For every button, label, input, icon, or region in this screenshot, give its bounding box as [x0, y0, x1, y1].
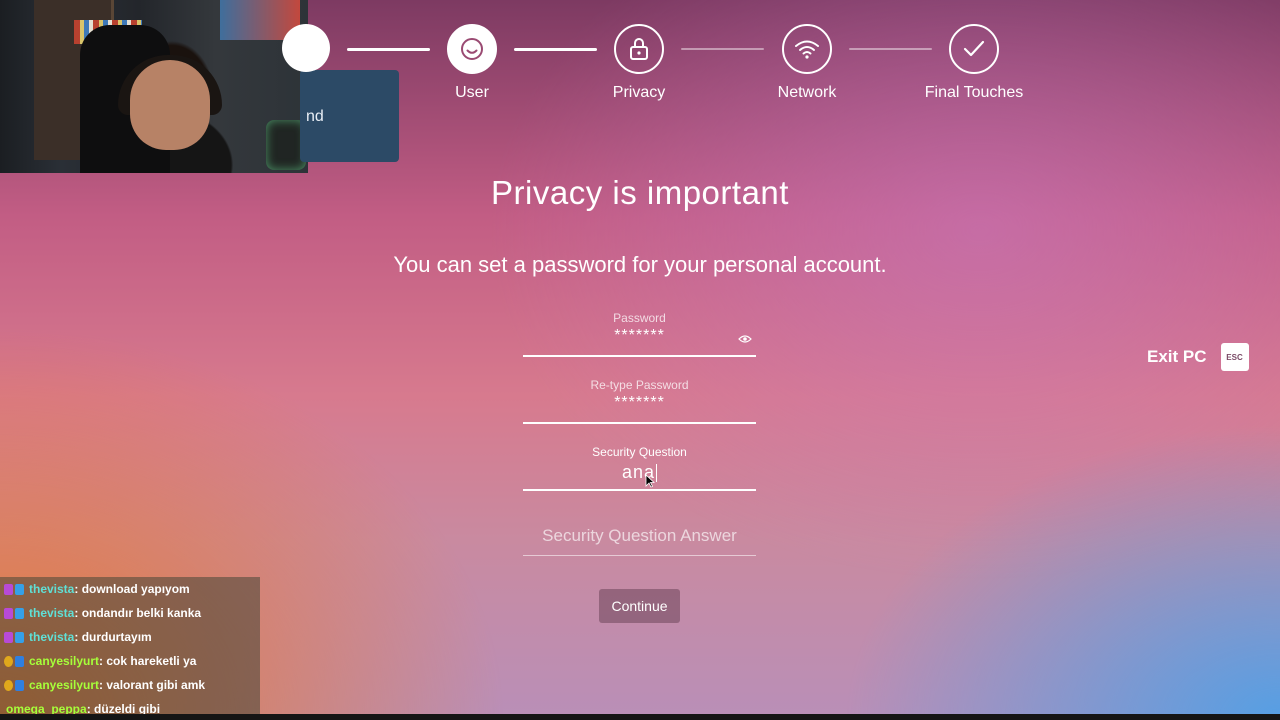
chat-text: : durdurtayım: [74, 630, 152, 644]
grid-badge-icon: [15, 655, 24, 667]
security-answer-input[interactable]: [523, 526, 756, 546]
smile-icon: [447, 24, 497, 74]
chat-text: : valorant gibi amk: [99, 678, 206, 692]
chat-message: thevista : durdurtayım: [0, 625, 260, 649]
gem-badge-icon: [15, 631, 24, 643]
gem-badge-icon: [15, 607, 24, 619]
eye-icon[interactable]: [738, 331, 752, 343]
password-value: *******: [614, 327, 665, 344]
retype-password-value: *******: [614, 394, 665, 411]
chat-username: canyesilyurt: [29, 678, 100, 692]
step-user-label: User: [455, 84, 489, 101]
step-network-label: Network: [777, 84, 837, 101]
step-user[interactable]: User: [402, 24, 542, 102]
chat-text: : cok hareketli ya: [99, 654, 197, 668]
chat-text: : download yapıyom: [74, 582, 190, 596]
retype-password-label: Re-type Password: [590, 378, 689, 392]
wifi-icon: [782, 24, 832, 74]
stream-chat-overlay: thevista : download yapıyom thevista : o…: [0, 577, 260, 720]
chat-username: canyesilyurt: [29, 654, 100, 668]
chat-username: thevista: [29, 606, 75, 620]
chat-message: thevista : download yapıyom: [0, 577, 260, 601]
password-label: Password: [613, 311, 666, 325]
esc-key-badge[interactable]: ESC: [1220, 343, 1249, 371]
subscriber-badge-icon: [4, 607, 13, 619]
check-icon: [949, 24, 999, 74]
security-question-field[interactable]: Security Question ana: [523, 445, 756, 491]
bottom-edge-bar: [0, 714, 1280, 720]
chat-text: : ondandır belki kanka: [74, 606, 202, 620]
exit-pc-control[interactable]: Exit PC ESC: [1147, 343, 1249, 371]
continue-button[interactable]: Continue: [599, 589, 680, 623]
gem-badge-icon: [15, 583, 24, 595]
subscriber-badge-icon: [4, 631, 13, 643]
security-answer-field[interactable]: [523, 526, 756, 556]
chat-message: canyesilyurt : cok hareketli ya: [0, 649, 260, 673]
step-network[interactable]: Network: [737, 24, 877, 102]
lock-icon: [614, 24, 664, 74]
grid-badge-icon: [15, 679, 24, 691]
setup-stepper: User Privacy Network Final Touches: [0, 0, 1280, 120]
coin-badge-icon: [4, 679, 13, 691]
chat-username: thevista: [29, 630, 75, 644]
step-privacy[interactable]: Privacy: [569, 24, 709, 102]
step-privacy-label: Privacy: [612, 84, 666, 101]
mouse-cursor-icon: [645, 474, 656, 493]
step-final-touches[interactable]: Final Touches: [904, 24, 1044, 102]
step-final-touches-label: Final Touches: [924, 84, 1024, 101]
chat-username: thevista: [29, 582, 75, 596]
subscriber-badge-icon: [4, 583, 13, 595]
coin-badge-icon: [4, 655, 13, 667]
retype-password-field[interactable]: Re-type Password *******: [523, 378, 756, 424]
page-title: Privacy is important: [491, 174, 789, 211]
password-field[interactable]: Password *******: [523, 311, 756, 357]
text-caret: [656, 464, 658, 483]
security-question-value-wrap: ana: [523, 462, 756, 483]
chat-message: canyesilyurt : valorant gibi amk: [0, 673, 260, 697]
security-question-label: Security Question: [592, 445, 687, 459]
exit-pc-label: Exit PC: [1147, 347, 1207, 366]
page-subtitle: You can set a password for your personal…: [393, 252, 887, 277]
chat-message: thevista : ondandır belki kanka: [0, 601, 260, 625]
